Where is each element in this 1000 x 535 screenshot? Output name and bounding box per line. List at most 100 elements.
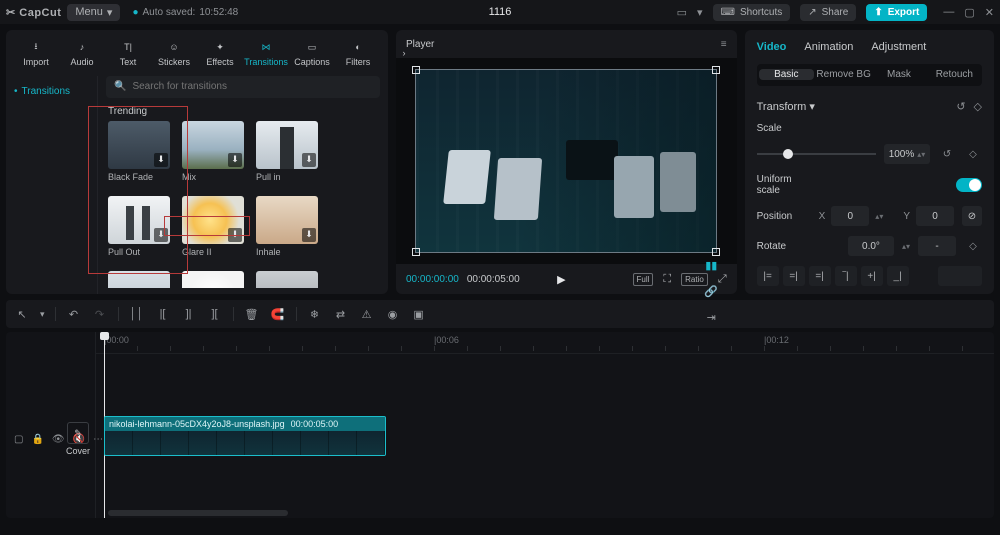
transition-thumb[interactable]: ⬇ Mix [182, 121, 244, 182]
chevron-down-icon[interactable]: ▾ [40, 309, 45, 320]
tab-video[interactable]: Video [757, 41, 787, 53]
media-tab-captions[interactable]: ▭Captions [290, 39, 334, 67]
resize-handle[interactable] [412, 66, 420, 74]
media-tab-import[interactable]: ⭳Import [14, 39, 58, 67]
titlebar: ✂ CapCut Menu ▾ ● Auto saved: 10:52:48 1… [0, 0, 1000, 24]
magnet-icon[interactable]: 🧲 [270, 306, 286, 322]
rail-item-transitions[interactable]: •Transitions [6, 82, 97, 101]
transition-thumb[interactable]: ⬇Pull Out [108, 196, 170, 257]
media-tab-label: Import [23, 57, 49, 67]
media-tab-filters[interactable]: ◐Filters [336, 39, 380, 67]
visibility-icon[interactable]: 🔒 [31, 434, 43, 445]
resize-handle[interactable] [712, 66, 720, 74]
tab-adjustment[interactable]: Adjustment [871, 41, 926, 53]
link-icon[interactable]: 🔗 [703, 283, 719, 299]
split-left-icon[interactable]: |[ [155, 306, 171, 322]
transition-thumb[interactable]: ⬇ [256, 271, 318, 288]
menu-button[interactable]: Menu ▾ [67, 4, 120, 21]
player-canvas[interactable] [396, 58, 737, 264]
app-name: CapCut [19, 7, 61, 19]
media-tab-text[interactable]: T|Text [106, 39, 150, 67]
crop-icon[interactable]: ▣ [411, 306, 427, 322]
download-icon[interactable]: ⬇ [302, 153, 316, 167]
media-tabs-more[interactable]: › [382, 45, 426, 61]
thumb-name: Black Fade [108, 172, 170, 182]
minimize-icon[interactable]: — [943, 6, 954, 19]
share-button[interactable]: ↗Share [800, 4, 856, 21]
split-icon[interactable]: ││ [129, 306, 145, 322]
transition-thumb[interactable]: ⬇ Black Fade [108, 121, 170, 182]
export-icon: ⬆ [874, 7, 882, 18]
track-toggle2-icon[interactable]: ▮▮ [703, 257, 719, 273]
transition-thumb[interactable]: ⬇Glare II [182, 196, 244, 257]
keyframe-icon[interactable]: ◇ [974, 100, 982, 113]
subtab-basic[interactable]: Basic [759, 69, 814, 80]
resize-handle[interactable] [712, 248, 720, 256]
undo-icon[interactable]: ↶ [66, 306, 82, 322]
captions-icon: ▭ [308, 39, 317, 55]
transition-thumb[interactable]: ⬇Pull in [256, 121, 318, 182]
media-tab-audio[interactable]: ♪Audio [60, 39, 104, 67]
media-tab-effects[interactable]: ✦Effects [198, 39, 242, 67]
timeline-clip[interactable]: nikolai-lehmann-05cDX4y2oJ8-unsplash.jpg… [104, 416, 386, 456]
scale-slider[interactable] [757, 147, 876, 161]
download-icon[interactable]: ⬇ [302, 228, 316, 242]
resize-handle[interactable] [412, 248, 420, 256]
search-bar[interactable]: 🔍 [106, 76, 380, 98]
lock-icon[interactable]: ▢ [14, 434, 23, 445]
scale-value[interactable]: 100%▴▾ [884, 144, 930, 164]
freeze-icon[interactable]: ❄ [307, 306, 323, 322]
left-rail: •Transitions [6, 76, 98, 294]
export-button[interactable]: ⬆Export [866, 4, 927, 21]
reset-icon[interactable]: ↺ [956, 100, 965, 113]
keyboard-icon: ⌨ [721, 7, 735, 18]
close-icon[interactable]: ✕ [985, 6, 994, 19]
search-input[interactable] [132, 81, 372, 92]
download-icon[interactable]: ⬇ [228, 228, 242, 242]
media-tab-label: Text [120, 57, 137, 67]
reset-icon[interactable]: ↺ [938, 149, 956, 160]
transition-thumb[interactable]: ⬇ [108, 271, 170, 288]
redo-icon[interactable]: ↷ [92, 306, 108, 322]
transitions-icon: ⋈ [262, 39, 271, 55]
split-right-icon[interactable]: ]| [181, 306, 197, 322]
reverse-icon[interactable]: ⇄ [333, 306, 349, 322]
keyframe-icon[interactable]: ◇ [964, 149, 982, 160]
delete-icon[interactable]: 🗑 [244, 306, 260, 322]
eye-icon[interactable]: 👁 [52, 434, 65, 445]
subtab-removebg[interactable]: Remove BG [816, 69, 871, 80]
download-icon[interactable]: ⬇ [228, 153, 242, 167]
transform-header[interactable]: Transform ▾ [757, 100, 815, 113]
transition-thumb[interactable]: ⬇ [182, 271, 244, 288]
uniform-scale-toggle[interactable] [956, 178, 982, 192]
split-both-icon[interactable]: ][ [207, 306, 223, 322]
thumb-image: ⬇ [182, 271, 244, 288]
record-icon[interactable]: ◉ [385, 306, 401, 322]
player-frame[interactable] [415, 69, 717, 253]
download-icon[interactable]: ⬇ [154, 153, 168, 167]
project-title[interactable]: 1116 [489, 6, 512, 18]
align-icon[interactable]: ⇥ [703, 309, 719, 325]
hamburger-icon[interactable]: ≡ [721, 39, 727, 50]
section-title: Trending [108, 106, 380, 117]
transition-grid: ⬇ Black Fade ⬇ Mix ⬇Pull in ⬇Pull Out⬇Glare I… [106, 121, 380, 288]
cursor-icon[interactable]: ↖ [14, 306, 30, 322]
media-tab-stickers[interactable]: ☺Stickers [152, 39, 196, 67]
download-icon[interactable]: ⬇ [154, 228, 168, 242]
transition-thumb[interactable]: ⬇Inhale [256, 196, 318, 257]
media-tab-transitions[interactable]: ⋈Transitions [244, 39, 288, 67]
shortcuts-button[interactable]: ⌨Shortcuts [713, 4, 791, 21]
thumb-name: Mix [182, 172, 244, 182]
timeline-tracks[interactable]: |00:00|00:06|00:12|00:18|00:24|00.30 nik… [96, 332, 994, 518]
search-icon: 🔍 [114, 81, 126, 92]
maximize-icon[interactable]: ▢ [964, 6, 974, 19]
timeline-scrollbar[interactable] [96, 508, 994, 518]
warning-icon[interactable]: ⚠ [359, 306, 375, 322]
chevron-down-icon[interactable]: ▾ [697, 6, 703, 19]
subtab-retouch[interactable]: Retouch [927, 69, 982, 80]
layout-icon[interactable]: ▭ [677, 6, 687, 19]
timeline-ruler[interactable]: |00:00|00:06|00:12|00:18|00:24|00.30 [96, 332, 994, 354]
cover-button[interactable]: ✎ Cover [64, 422, 92, 456]
tab-animation[interactable]: Animation [804, 41, 853, 53]
subtab-mask[interactable]: Mask [871, 69, 926, 80]
